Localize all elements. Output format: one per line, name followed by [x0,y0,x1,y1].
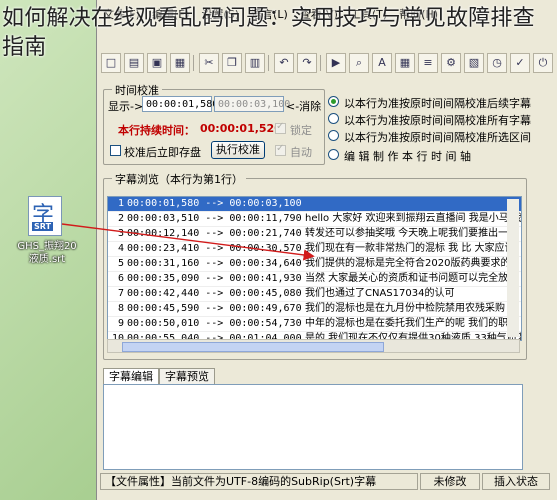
subtitle-edit-area[interactable] [103,384,523,470]
lock-label: 锁定 [290,124,312,137]
status-save-state: 未修改 [420,473,480,490]
display-end-time-input: 00:00:03,100 [214,96,290,112]
status-input-state: 插入状态 [482,473,550,490]
radio-calibrate-all-label: 以本行为准按原时间间隔校准所有字幕 [344,114,531,127]
status-file-info: 【文件属性】当前文件为UTF-8编码的SubRip(Srt)字幕 [100,473,418,490]
scrollbar-thumb[interactable] [122,342,384,352]
execute-calibrate-button[interactable]: 执行校准 [211,141,265,159]
radio-calibrate-all[interactable] [328,113,339,124]
display-label: 显示-> [108,100,144,113]
row-text: 中年的混标也是在委托我们生产的呢 我们的职业 [305,318,519,329]
annotation-arrow [61,223,315,261]
row-timecode: 00:00:45,590 --> 00:00:49,670 [127,303,302,314]
tab-subtitle-preview[interactable]: 字幕预览 [159,368,215,384]
row-timecode: 00:00:01,580 --> 00:00:03,100 [127,198,302,209]
save-after-calibrate-checkbox[interactable] [110,145,121,156]
row-text: 当然 大家最关心的资质和证书问题可以完全放心 [305,273,519,284]
radio-calibrate-selection-label: 以本行为准按原时间间隔校准所选区间 [344,131,531,144]
row-number: 1 [117,198,124,209]
radio-calibrate-following[interactable] [328,96,339,107]
radio-edit-timeline[interactable] [328,149,339,160]
radio-calibrate-following-label: 以本行为准按原时间间隔校准后续字幕 [344,97,531,110]
row-timecode: 00:00:35,090 --> 00:00:41,930 [127,273,302,284]
row-number: 8 [117,303,124,314]
table-row[interactable]: 6 00:00:35,090 --> 00:00:41,930 当然 大家最关心的资… [108,272,521,287]
row-number: 7 [117,288,124,299]
duration-value: 00:00:01,520 [200,122,282,135]
row-text: 我们的混标也是在九月份中检院禁用农残采购 [305,303,505,314]
tab-subtitle-edit[interactable]: 字幕编辑 [103,368,159,384]
lock-checkbox [275,121,286,134]
row-text [305,197,521,211]
radio-edit-timeline-label: 编 辑 制 作 本 行 时 间 轴 [344,150,471,163]
status-bar: 【文件属性】当前文件为UTF-8编码的SubRip(Srt)字幕 未修改 插入状… [100,473,556,490]
table-row[interactable]: 9 00:00:50,010 --> 00:00:54,730 中年的混标也是在委托… [108,317,521,332]
horizontal-scrollbar[interactable] [107,339,520,353]
overlay-title: 如何解决在线观看乱码问题：实用技巧与常见故障排查指南 [2,6,535,60]
save-after-calibrate-label: 校准后立即存盘 [124,146,201,159]
radio-calibrate-selection[interactable] [328,130,339,141]
arrow-clear-label[interactable]: <-消除 [286,98,321,114]
duration-label: 本行持续时间： [118,124,195,137]
auto-checkbox [275,143,286,156]
vertical-scrollbar[interactable] [507,199,519,337]
row-text: 我们也通过了CNAS17034的认可 [305,288,455,299]
table-row[interactable]: 8 00:00:45,590 --> 00:00:49,670 我们的混标也是在九月… [108,302,521,317]
srt-file-icon[interactable]: 字 SRT [28,196,62,236]
editor-tabs: 字幕编辑 字幕预览 [103,368,215,384]
srt-badge: SRT [32,222,54,231]
row-timecode: 00:00:50,010 --> 00:00:54,730 [127,318,302,329]
display-time-input[interactable]: 00:00:01,580 [142,96,218,112]
row-number: 9 [117,318,124,329]
subtitle-browse-title: 字幕浏览（本行为第1行） [112,171,246,187]
row-number: 6 [117,273,124,284]
table-row[interactable]: 7 00:00:42,440 --> 00:00:45,080 我们也通过了CNAS… [108,287,521,302]
auto-label: 自动 [290,146,312,159]
row-timecode: 00:00:42,440 --> 00:00:45,080 [127,288,302,299]
